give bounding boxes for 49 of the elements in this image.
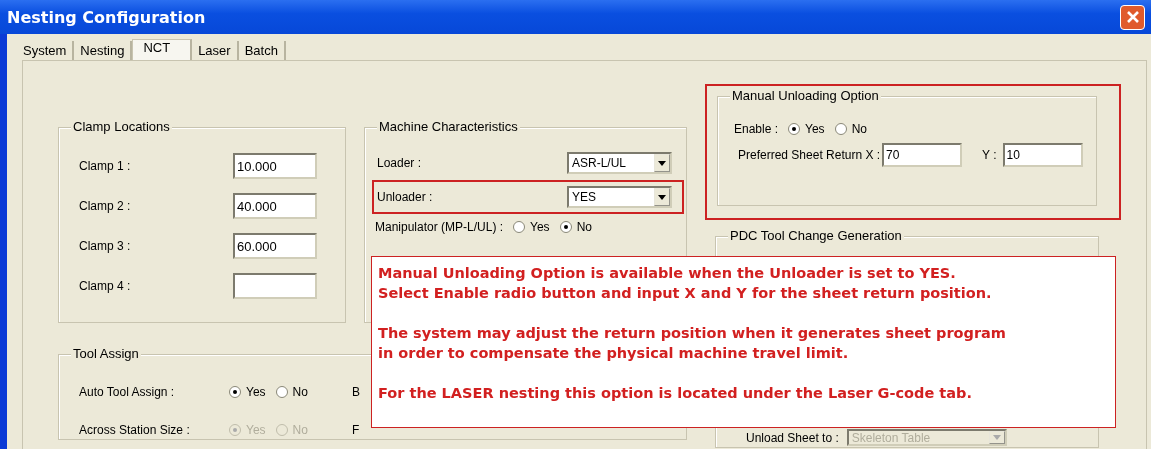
input-field[interactable]: 10 (1002, 143, 1083, 167)
radio-label: No (576, 220, 592, 234)
field-label: Clamp 2 : (79, 199, 131, 213)
field-label: Loader : (377, 156, 422, 170)
radio-button[interactable] (788, 123, 801, 135)
window-title: Nesting Configuration (7, 7, 206, 27)
radio-button[interactable] (559, 221, 572, 233)
group-title: Clamp Locations (71, 119, 172, 135)
field-label: Clamp 1 : (79, 159, 131, 173)
field-label: Y : (982, 148, 997, 162)
field-label: F (351, 423, 360, 437)
radio-label: Yes (246, 385, 266, 399)
radio-label: No (292, 423, 308, 437)
close-icon (1125, 10, 1140, 24)
group-title: PDC Tool Change Generation (728, 228, 904, 244)
field-label: Clamp 4 : (79, 279, 131, 293)
field-label: Preferred Sheet Return X : (738, 148, 881, 162)
input-field[interactable]: 40.000 (233, 193, 317, 219)
field-label: Unload Sheet to : (746, 430, 839, 445)
field-label: Enable : (734, 122, 779, 136)
group-title: Manual Unloading Option (730, 88, 881, 104)
field-label: Across Station Size : (79, 423, 191, 437)
radio-button[interactable] (513, 221, 526, 233)
radio-label: No (851, 122, 867, 136)
radio-button[interactable] (275, 386, 288, 398)
input-field[interactable]: 70 (882, 143, 963, 167)
radio-label: Yes (246, 423, 266, 437)
radio-label: Yes (530, 220, 550, 234)
note-text: For the LASER nesting this option is located under the Laser G-code tab. (378, 384, 973, 403)
field-label: Clamp 3 : (79, 239, 131, 253)
close-button[interactable] (1120, 4, 1145, 30)
radio-button[interactable] (834, 123, 847, 135)
radio-label: Yes (805, 122, 825, 136)
dropdown: Skeleton Table (846, 429, 1007, 446)
group-title: Tool Assign (71, 346, 141, 362)
note-text: Manual Unloading Option is available when the Unloader is set to YES. Select Enable radio button and input X and Y for the sheet return position. (378, 264, 993, 303)
field-label: Auto Tool Assign : (79, 385, 176, 399)
dropdown[interactable]: YES (567, 186, 672, 208)
input-field[interactable]: 60.000 (233, 233, 317, 259)
radio-button[interactable] (229, 386, 241, 398)
dropdown[interactable]: ASR-L/UL (567, 152, 672, 174)
tab[interactable]: NCT (132, 39, 193, 60)
radio-label: No (292, 385, 308, 399)
input-field[interactable] (233, 273, 317, 299)
field-label: Unloader : (377, 190, 433, 204)
input-field[interactable]: 10.000 (233, 153, 317, 179)
note-text: The system may adjust the return position when it generates sheet program in order to compensate the physical machine travel limit. (378, 324, 1007, 363)
field-label: B (351, 385, 360, 399)
field-label: Manipulator (MP-L/UL) : (375, 220, 504, 234)
